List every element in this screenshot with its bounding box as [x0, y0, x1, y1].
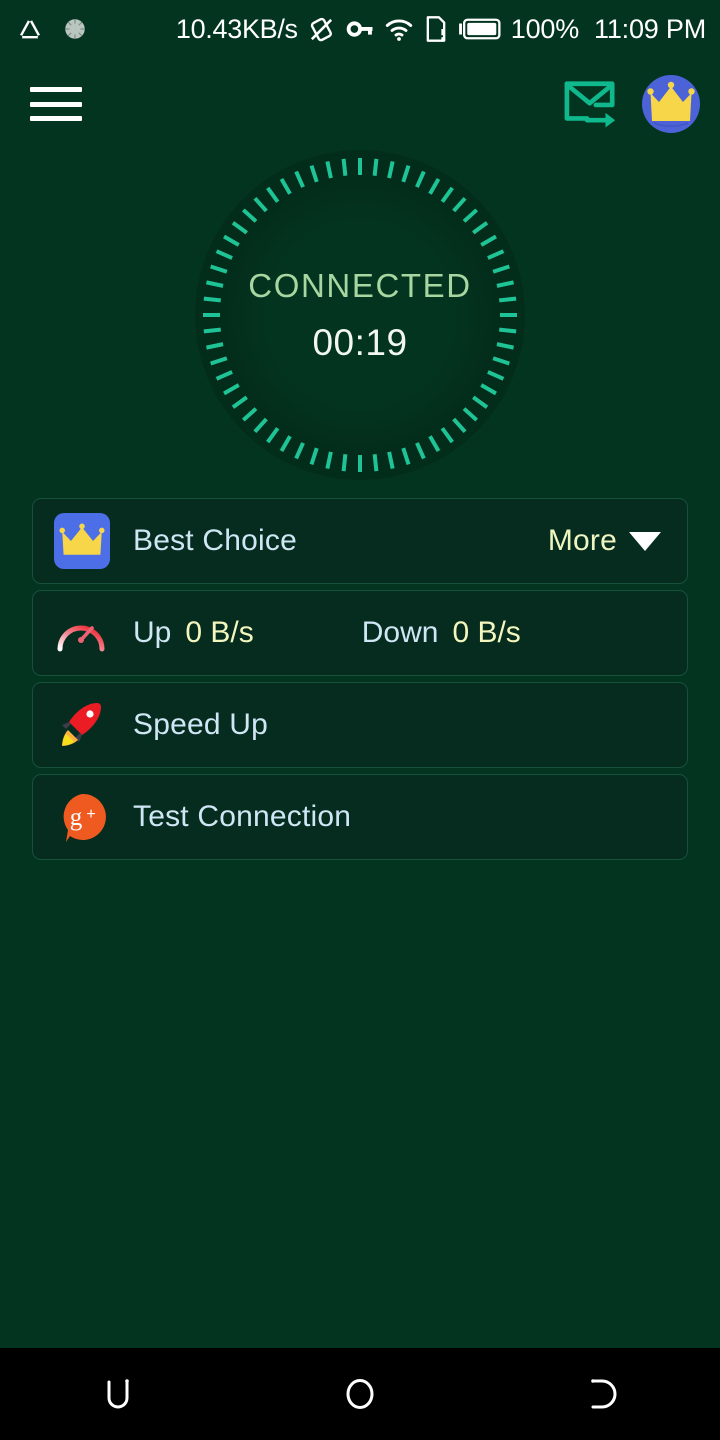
dial-face[interactable]: CONNECTED 00:19	[195, 150, 525, 480]
best-choice-label: Best Choice	[133, 524, 297, 557]
connection-status-text: CONNECTED	[248, 267, 472, 304]
rocket-icon	[53, 696, 111, 754]
recents-nav-icon[interactable]	[480, 1348, 720, 1440]
download-value: 0 B/s	[452, 616, 521, 649]
system-nav-bar	[0, 1348, 720, 1440]
upload-speed-group: Up 0 B/s	[133, 616, 254, 650]
battery-percent-text: 100%	[510, 13, 580, 44]
hamburger-line	[30, 101, 82, 107]
download-label: Down	[361, 616, 439, 649]
test-connection-label: Test Connection	[133, 800, 352, 833]
wifi-icon	[385, 19, 412, 41]
card-list: Best Choice More Up 0 B/s Down 0 B/s Spe…	[32, 498, 688, 866]
home-nav-icon[interactable]	[240, 1348, 480, 1440]
app-screen: 10.43KB/s 100% 11:09 PM CONNECTED 00:19 …	[0, 0, 720, 1440]
app-bar	[0, 58, 720, 150]
download-speed-group: Down 0 B/s	[362, 616, 521, 650]
chevron-down-icon[interactable]	[629, 531, 661, 551]
upload-label: Up	[133, 616, 172, 649]
status-bar: 10.43KB/s 100% 11:09 PM	[0, 0, 720, 58]
sim-missing-icon	[426, 16, 446, 42]
svg-text:+: +	[86, 806, 95, 823]
network-speed-text: 10.43KB/s	[175, 13, 298, 44]
best-choice-action[interactable]: More	[548, 524, 661, 558]
hamburger-menu-icon[interactable]	[30, 84, 82, 124]
battery-full-icon	[458, 18, 501, 40]
hamburger-line	[30, 116, 82, 121]
connection-dial[interactable]: CONNECTED 00:19	[0, 150, 720, 480]
status-bar-left	[16, 15, 88, 43]
upload-value: 0 B/s	[185, 616, 254, 649]
send-mail-icon[interactable]	[562, 77, 620, 131]
dial-text-block: CONNECTED 00:19	[248, 269, 471, 361]
sync-spinner-icon	[65, 19, 85, 39]
more-label: More	[547, 524, 617, 557]
google-plus-icon: g +	[53, 788, 111, 846]
test-connection-row[interactable]: g + Test Connection	[32, 774, 688, 860]
speedometer-icon	[53, 604, 111, 662]
best-choice-row[interactable]: Best Choice More	[32, 498, 688, 584]
speed-up-row[interactable]: Speed Up	[32, 682, 688, 768]
speed-up-label: Speed Up	[133, 708, 269, 741]
notification-triangle-icon	[17, 16, 43, 40]
rotation-lock-icon	[310, 17, 332, 41]
vpn-key-icon	[346, 21, 373, 37]
hamburger-line	[30, 87, 82, 92]
connection-timer-text: 00:19	[312, 322, 408, 363]
clock-text: 11:09 PM	[594, 13, 706, 44]
crown-icon	[53, 512, 111, 570]
app-bar-actions	[562, 75, 700, 133]
speed-stats-row[interactable]: Up 0 B/s Down 0 B/s	[32, 590, 688, 676]
premium-crown-avatar-icon[interactable]	[642, 75, 700, 133]
svg-text:g: g	[70, 804, 83, 831]
status-bar-right: 10.43KB/s 100% 11:09 PM	[176, 14, 706, 45]
back-nav-icon[interactable]	[0, 1348, 240, 1440]
